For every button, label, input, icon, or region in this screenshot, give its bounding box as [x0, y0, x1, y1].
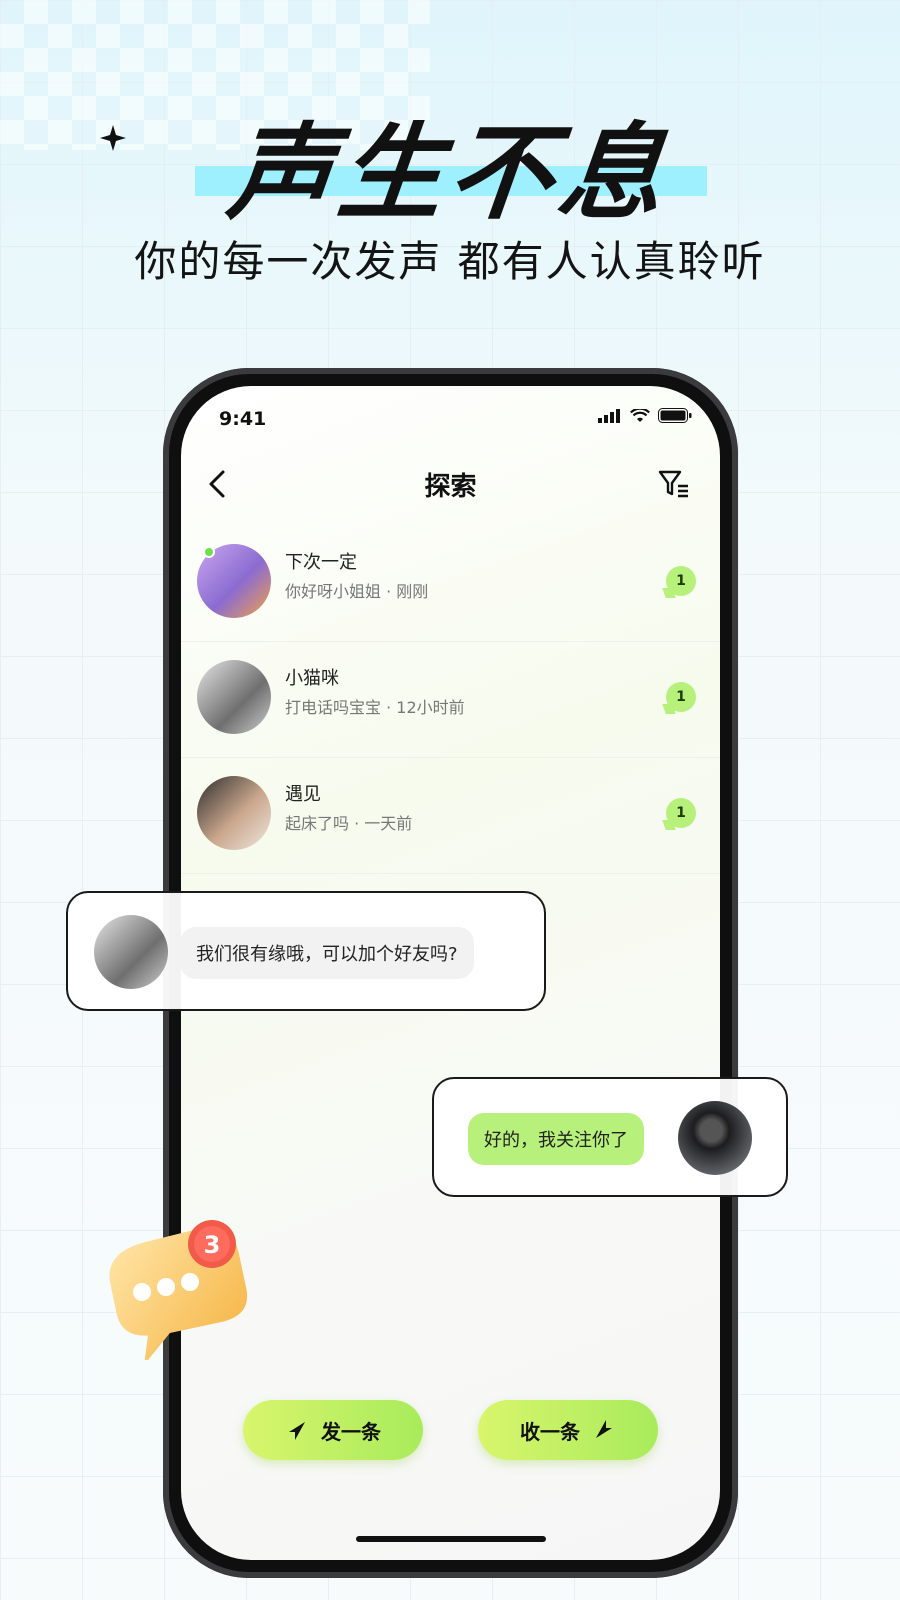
avatar	[94, 915, 168, 989]
unread-badge: 1	[666, 566, 696, 596]
status-bar: 9:41	[181, 386, 720, 446]
hero-subtitle: 你的每一次发声 都有人认真聆听	[134, 237, 766, 286]
receive-arrow-icon	[596, 1420, 612, 1438]
send-button[interactable]: 发一条	[243, 1400, 423, 1460]
send-arrow-icon	[289, 1422, 305, 1440]
filter-icon[interactable]	[656, 466, 692, 502]
receive-button[interactable]: 收一条	[478, 1400, 658, 1460]
unread-badge: 1	[666, 798, 696, 828]
avatar	[197, 776, 271, 850]
outgoing-chat-card: 好的，我关注你了	[432, 1077, 788, 1197]
contact-name: 小猫咪	[285, 668, 339, 689]
status-time: 9:41	[219, 408, 267, 430]
send-label: 发一条	[321, 1419, 381, 1444]
receive-label: 收一条	[520, 1419, 580, 1444]
wifi-icon	[630, 408, 650, 422]
home-indicator	[355, 1536, 546, 1542]
chat-bubble-icon: 3	[109, 1220, 248, 1360]
bottom-actions: 发一条 收一条	[243, 1400, 658, 1460]
message-preview: 起床了吗 · 一天前	[285, 814, 413, 833]
status-icons	[598, 408, 692, 423]
signal-icon	[598, 408, 620, 423]
page-title: 探索	[424, 472, 477, 502]
list-item[interactable]: 遇见 起床了吗 · 一天前 1	[181, 758, 720, 874]
message-preview: 你好呀小姐姐 · 刚刚	[285, 582, 429, 601]
hero-headline: 声生不息	[0, 88, 900, 239]
message-preview: 打电话吗宝宝 · 12小时前	[285, 698, 465, 717]
contact-name: 遇见	[285, 784, 321, 805]
contact-name: 下次一定	[285, 552, 357, 573]
avatar	[678, 1101, 752, 1175]
list-item[interactable]: 小猫咪 打电话吗宝宝 · 12小时前 1	[181, 642, 720, 758]
outgoing-message-bubble: 好的，我关注你了	[468, 1113, 644, 1165]
battery-icon	[658, 408, 692, 423]
list-item[interactable]: 下次一定 你好呀小姐姐 · 刚刚 1	[181, 526, 720, 642]
avatar	[197, 660, 271, 734]
notification-count: 3	[204, 1231, 221, 1259]
conversation-list: 下次一定 你好呀小姐姐 · 刚刚 1 小猫咪 打电话吗宝宝 · 12小时前 1 …	[181, 526, 720, 874]
hero-title: 声生不息	[222, 112, 676, 234]
unread-badge: 1	[666, 682, 696, 712]
nav-bar: 探索	[181, 456, 720, 512]
online-indicator	[203, 546, 215, 558]
incoming-chat-card: 我们很有缘哦，可以加个好友吗?	[66, 891, 546, 1011]
incoming-message-bubble: 我们很有缘哦，可以加个好友吗?	[180, 927, 474, 979]
